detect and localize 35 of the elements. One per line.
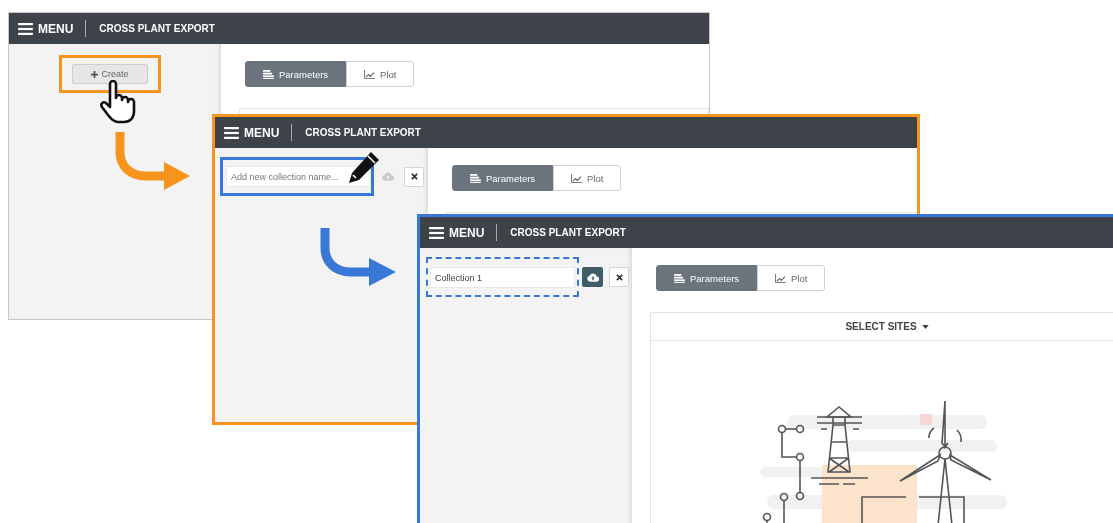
list-icon [470, 173, 481, 183]
tab[interactable]: Plot [346, 61, 415, 87]
app-title: CROSS PLANT EXPORT [99, 23, 215, 34]
cloud-save-button[interactable] [582, 267, 603, 287]
app-title: CROSS PLANT EXPORT [305, 127, 421, 138]
cloud-upload-icon [586, 272, 599, 282]
menu-icon [224, 126, 239, 139]
tab[interactable]: Parameters [452, 165, 554, 191]
menu-icon [429, 226, 444, 239]
line-chart-icon [364, 69, 376, 79]
collection-name-field[interactable]: Add new collection name... [226, 166, 371, 187]
select-sites-dropdown[interactable]: SELECT SITES [845, 321, 929, 332]
close-icon [410, 173, 418, 180]
menu-button[interactable]: MENU [224, 125, 280, 140]
cloud-upload-icon [381, 172, 394, 181]
tab[interactable]: Plot [757, 265, 826, 291]
collection-name-field[interactable]: Collection 1 [430, 267, 575, 288]
caret-icon [921, 324, 929, 329]
tab[interactable]: Plot [553, 165, 622, 191]
menu-button[interactable]: MENU [18, 21, 74, 36]
tab[interactable]: Parameters [656, 265, 758, 291]
app-title: CROSS PLANT EXPORT [510, 227, 626, 238]
menu-button[interactable]: MENU [429, 225, 485, 240]
plus-icon [91, 70, 99, 78]
create-button[interactable]: Create [72, 64, 148, 84]
line-chart-icon [571, 173, 583, 183]
list-icon [674, 273, 685, 283]
close-button[interactable] [609, 267, 629, 287]
list-icon [263, 69, 274, 79]
hand-cursor-icon [99, 80, 137, 124]
close-button[interactable] [404, 166, 424, 187]
close-icon [615, 273, 623, 281]
tab[interactable]: Parameters [245, 61, 347, 87]
menu-icon [18, 22, 33, 35]
line-chart-icon [775, 273, 787, 283]
